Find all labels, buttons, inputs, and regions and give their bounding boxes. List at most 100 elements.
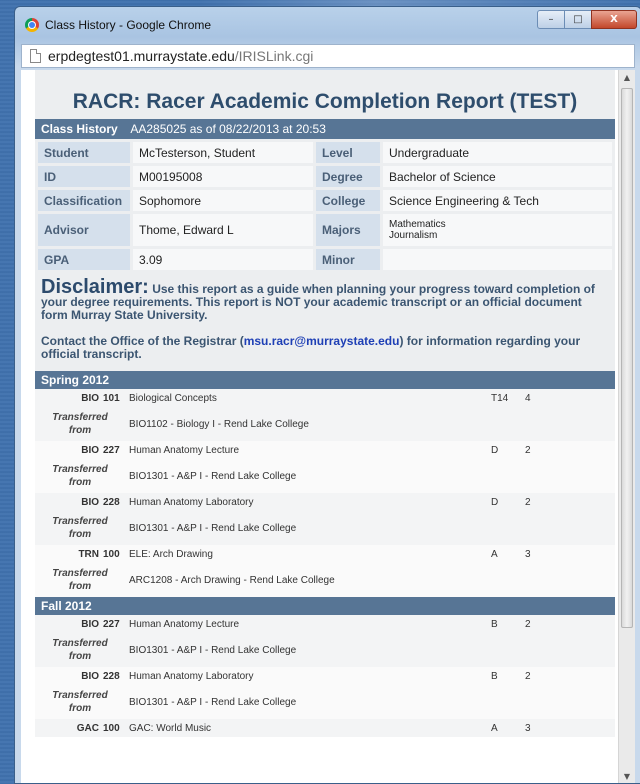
from-word: from [68,581,92,592]
window-title: Class History - Google Chrome [45,18,212,32]
college-label: College [316,190,380,211]
level-label: Level [316,142,380,163]
section-label: Class History [41,122,118,136]
address-bar[interactable]: erpdegtest01.murraystate.edu/IRISLink.cg… [21,44,635,68]
majors-value: Mathematics Journalism [383,214,612,246]
transfer-course: BIO1301 - A&P I - Rend Lake College [129,470,297,482]
chrome-logo-icon [25,18,39,32]
page-viewport: RACR: Racer Academic Completion Report (… [21,70,635,783]
disclaimer-text: Disclaimer: Use this report as a guide w… [41,277,609,322]
course-number: 100 [103,722,120,734]
student-name: McTesterson, Student [133,142,313,163]
gpa-value: 3.09 [133,249,313,270]
transfer-row: Transferred from BIO1301 - A&P I - Rend La… [35,633,615,667]
minor-value [383,249,612,270]
course-subject: BIO [81,496,99,508]
maximize-button[interactable]: □ [564,10,592,29]
title-bar[interactable]: Class History - Google Chrome – □ X [15,7,640,43]
course-credits: 2 [525,618,531,630]
transferred-from-label: Transferred from [35,459,125,493]
course-grade: A [491,722,498,734]
course-number: 100 [103,548,120,560]
minor-label: Minor [316,249,380,270]
course-title: Human Anatomy Lecture [129,444,240,456]
transfer-course: ARC1208 - Arch Drawing - Rend Lake Colle… [129,574,335,586]
scroll-thumb[interactable] [621,88,633,628]
course-subject: BIO [81,444,99,456]
course-grade: A [491,548,498,560]
contact-text: Contact the Office of the Registrar (msu… [41,335,609,361]
transferred-from-label: Transferred from [35,685,125,719]
transfer-row: Transferred from BIO1301 - A&P I - Rend La… [35,459,615,493]
major-item: Mathematics [389,219,446,230]
transfer-row: Transferred from BIO1102 - Biology I - Ren… [35,407,615,441]
course-row: BIO 101 Biological Concepts T14 4 [35,389,615,407]
level-value: Undergraduate [383,142,612,163]
major-item: Journalism [389,230,438,241]
minimize-button[interactable]: – [537,10,565,29]
course-row: BIO 227 Human Anatomy Lecture D 2 [35,441,615,459]
course-subject: BIO [81,618,99,630]
transfer-course: BIO1301 - A&P I - Rend Lake College [129,522,297,534]
advisor-value: Thome, Edward L [133,214,313,246]
advisor-label: Advisor [38,214,130,246]
vertical-scrollbar[interactable]: ▲ ▼ [618,70,635,783]
course-row: BIO 228 Human Anatomy Laboratory D 2 [35,493,615,511]
course-grade: D [491,496,499,508]
course-row: TRN 100 ELE: Arch Drawing A 3 [35,545,615,563]
degree-value: Bachelor of Science [383,166,612,187]
from-word: from [68,529,92,540]
course-title: GAC: World Music [129,722,212,734]
majors-label: Majors [316,214,380,246]
transfer-course: BIO1301 - A&P I - Rend Lake College [129,644,297,656]
transfer-course: BIO1301 - A&P I - Rend Lake College [129,696,297,708]
course-grade: T14 [491,392,509,404]
registrar-email-link[interactable]: msu.racr@murraystate.edu [244,334,400,348]
transfer-row: Transferred from BIO1301 - A&P I - Rend La… [35,511,615,545]
course-subject: TRN [78,548,99,560]
degree-label: Degree [316,166,380,187]
transferred-word: Transferred [52,516,108,527]
course-title: Biological Concepts [129,392,217,404]
course-credits: 3 [525,722,531,734]
disclaimer-lead: Use this report as a guide when planning… [152,282,513,296]
classification-value: Sophomore [133,190,313,211]
id-value: M00195008 [133,166,313,187]
course-subject: BIO [81,670,99,682]
from-word: from [68,477,92,488]
course-number: 228 [103,670,120,682]
close-button[interactable]: X [591,10,637,29]
report-content: RACR: Racer Academic Completion Report (… [35,70,615,737]
course-credits: 2 [525,496,531,508]
course-title: ELE: Arch Drawing [129,548,213,560]
window-controls: – □ X [537,10,637,29]
transferred-word: Transferred [52,464,108,475]
term-header-row: Fall 2012 [35,597,615,615]
course-grade: B [491,670,498,682]
section-info: AA285025 as of 08/22/2013 at 20:53 [130,122,326,136]
scroll-up-arrow-icon[interactable]: ▲ [619,70,635,86]
disclaimer: Disclaimer: Use this report as a guide w… [35,273,615,371]
course-title: Human Anatomy Lecture [129,618,240,630]
course-credits: 2 [525,670,531,682]
course-title: Human Anatomy Laboratory [129,670,254,682]
transferred-word: Transferred [52,412,108,423]
from-word: from [68,425,92,436]
course-number: 227 [103,444,120,456]
transfer-row: Transferred from ARC1208 - Arch Drawing - … [35,563,615,597]
classification-label: Classification [38,190,130,211]
contact-pre: Contact the Office of the Registrar ( [41,334,244,348]
student-label: Student [38,142,130,163]
scroll-down-arrow-icon[interactable]: ▼ [619,769,635,783]
course-title: Human Anatomy Laboratory [129,496,254,508]
course-subject: GAC [76,722,99,734]
page-icon [30,49,41,63]
transferred-from-label: Transferred from [35,563,125,597]
from-word: from [68,651,92,662]
url-path: /IRISLink.cgi [234,48,314,64]
browser-window: Class History - Google Chrome – □ X erpd… [14,6,640,784]
course-number: 101 [103,392,120,404]
transferred-word: Transferred [52,690,108,701]
course-row: GAC 100 GAC: World Music A 3 [35,719,615,737]
class-history-bar: Class History AA285025 as of 08/22/2013 … [35,119,615,139]
